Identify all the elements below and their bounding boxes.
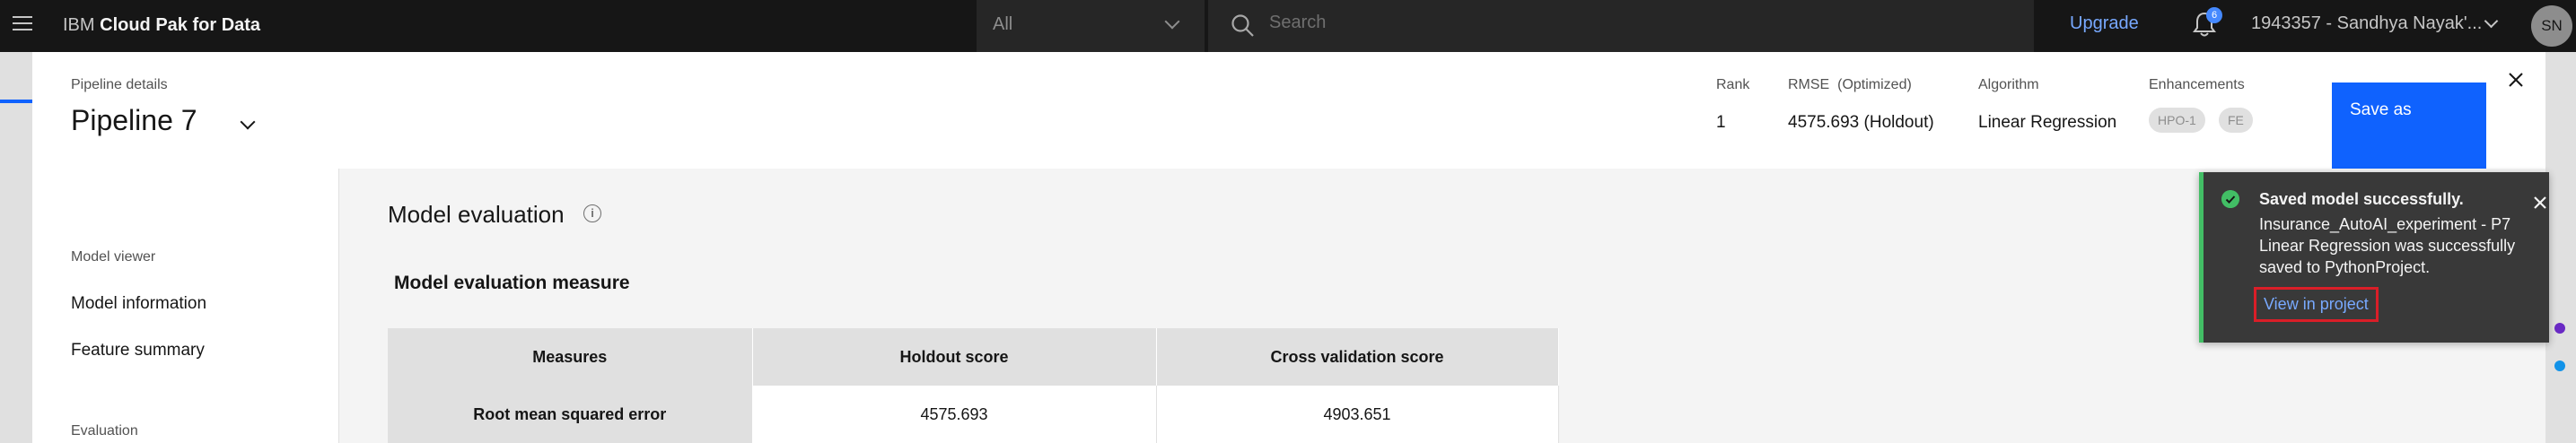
scope-dropdown[interactable]: All bbox=[977, 0, 1205, 52]
enhancements-label: Enhancements bbox=[2149, 77, 2245, 92]
algorithm-label: Algorithm bbox=[1978, 77, 2039, 92]
pipeline-select-chevron-icon[interactable] bbox=[240, 114, 256, 130]
close-icon[interactable] bbox=[2506, 70, 2526, 90]
pipeline-details-label: Pipeline details bbox=[71, 77, 168, 92]
notification-badge: 6 bbox=[2206, 7, 2222, 23]
enhancement-tag: FE bbox=[2219, 108, 2253, 133]
brand-prefix: IBM bbox=[63, 15, 95, 35]
rmse-label: RMSE (Optimized) bbox=[1788, 77, 1912, 92]
backdrop-dot bbox=[2554, 360, 2565, 371]
column-header: Cross validation score bbox=[1156, 328, 1559, 386]
product-brand[interactable]: IBM Cloud Pak for Data bbox=[63, 15, 260, 36]
table-cell: 4903.651 bbox=[1156, 386, 1559, 443]
info-icon[interactable]: i bbox=[583, 204, 601, 222]
enhancement-tag: HPO-1 bbox=[2149, 108, 2205, 133]
page-title: Model evaluation bbox=[388, 201, 565, 228]
close-icon[interactable] bbox=[2533, 195, 2547, 210]
backdrop-tab-indicator bbox=[0, 100, 32, 103]
rank-label: Rank bbox=[1716, 77, 1750, 92]
top-header: IBM Cloud Pak for Data All Search Upgrad… bbox=[0, 0, 2576, 52]
success-toast: Saved model successfully. Insurance_Auto… bbox=[2199, 172, 2549, 343]
model-viewer-heading: Model viewer bbox=[71, 249, 156, 265]
evaluation-heading: Evaluation bbox=[71, 423, 138, 439]
rmse-value: 4575.693 (Holdout) bbox=[1788, 113, 1934, 132]
brand-name: Cloud Pak for Data bbox=[100, 15, 261, 35]
search-input[interactable]: Search bbox=[1208, 0, 2034, 52]
scope-value: All bbox=[993, 14, 1013, 34]
table-row: Root mean squared error 4575.693 4903.65… bbox=[388, 386, 1559, 443]
checkmark-icon bbox=[2221, 190, 2239, 208]
backdrop-left bbox=[0, 52, 32, 443]
algorithm-value: Linear Regression bbox=[1978, 113, 2117, 132]
pipeline-title: Pipeline 7 bbox=[71, 104, 197, 136]
backdrop-dot bbox=[2554, 323, 2565, 334]
upgrade-link[interactable]: Upgrade bbox=[2070, 13, 2139, 34]
account-switcher[interactable]: 1943357 - Sandhya Nayak'... bbox=[2251, 13, 2482, 34]
table-cell: 4575.693 bbox=[752, 386, 1157, 443]
backdrop-right bbox=[2545, 52, 2576, 443]
evaluation-table: Measures Holdout score Cross validation … bbox=[388, 328, 1559, 443]
panel-header: Pipeline details Pipeline 7 Rank 1 RMSE … bbox=[32, 52, 2545, 169]
table-header-row: Measures Holdout score Cross validation … bbox=[388, 328, 1559, 386]
chevron-down-icon bbox=[1164, 13, 1180, 30]
section-subtitle: Model evaluation measure bbox=[394, 273, 630, 293]
toast-body: Insurance_AutoAI_experiment - P7 Linear … bbox=[2259, 215, 2516, 276]
chevron-down-icon bbox=[2484, 13, 2499, 29]
nav-item-feature-summary[interactable]: Feature summary bbox=[71, 341, 205, 360]
save-as-button[interactable]: Save as bbox=[2332, 83, 2486, 169]
table-cell: Root mean squared error bbox=[388, 386, 753, 443]
column-header: Holdout score bbox=[752, 328, 1157, 386]
search-placeholder: Search bbox=[1269, 13, 1327, 32]
hamburger-menu-icon[interactable] bbox=[13, 16, 32, 32]
view-in-project-link[interactable]: View in project bbox=[2254, 287, 2379, 322]
rank-value: 1 bbox=[1716, 113, 1726, 132]
pipeline-details-panel: Pipeline details Pipeline 7 Rank 1 RMSE … bbox=[32, 52, 2549, 443]
search-icon bbox=[1231, 14, 1254, 37]
column-header: Measures bbox=[388, 328, 753, 386]
side-navigation: Model viewer Model information Feature s… bbox=[32, 169, 339, 443]
avatar[interactable]: SN bbox=[2531, 5, 2572, 47]
nav-item-model-information[interactable]: Model information bbox=[71, 294, 206, 314]
toast-title: Saved model successfully. bbox=[2259, 190, 2464, 208]
